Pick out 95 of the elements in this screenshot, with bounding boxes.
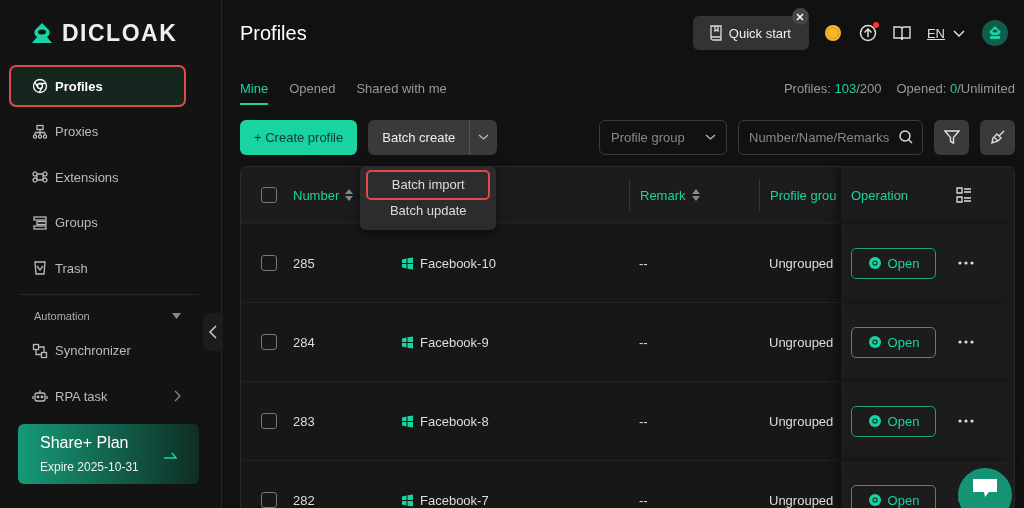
dropdown-toggle[interactable] xyxy=(469,119,498,155)
trash-icon xyxy=(32,260,48,276)
tab[interactable]: Opened xyxy=(289,81,336,105)
open-button[interactable]: Open xyxy=(851,405,936,437)
open-button[interactable]: Open xyxy=(851,247,936,279)
profiles-count: Profiles: 103/200 xyxy=(783,81,882,96)
tab[interactable]: Mine xyxy=(240,81,269,105)
sort-icon[interactable] xyxy=(691,189,700,201)
quick-start-button[interactable]: Quick start xyxy=(692,16,809,50)
nav-item[interactable]: Synchronizer xyxy=(18,330,199,371)
filter-icon xyxy=(943,129,960,145)
nav-item[interactable]: Trash xyxy=(18,248,199,288)
language-select[interactable]: EN xyxy=(926,25,965,41)
nav-item[interactable]: Extensions xyxy=(18,157,199,197)
chevron-left-icon xyxy=(209,325,217,339)
column-header[interactable]: Profile grou xyxy=(770,187,837,203)
row-checkbox[interactable] xyxy=(261,413,277,429)
more-icon[interactable] xyxy=(958,340,974,344)
profile-name: Facebook-10 xyxy=(420,255,496,271)
caret-icon[interactable] xyxy=(172,312,181,319)
more-icon[interactable] xyxy=(958,419,974,423)
chevron-down-icon xyxy=(705,134,716,140)
close-icon xyxy=(796,12,805,21)
open-button[interactable]: Open xyxy=(851,326,936,358)
open-book-icon[interactable] xyxy=(892,25,911,41)
profile-name: Facebook-9 xyxy=(420,334,489,350)
page-title: Profiles xyxy=(240,21,307,45)
nav-item[interactable]: Profiles xyxy=(10,66,185,106)
chat-icon xyxy=(972,478,998,498)
column-settings-icon[interactable] xyxy=(956,187,972,203)
browser-icon xyxy=(867,256,882,270)
avatar-icon[interactable] xyxy=(981,19,1009,47)
search-field[interactable]: Number/Name/Remarks xyxy=(738,119,923,155)
open-button[interactable]: Open xyxy=(851,484,936,508)
table-cell-text: 285 xyxy=(292,255,316,271)
clean-button[interactable] xyxy=(980,119,1015,155)
table-cell-text: 284 xyxy=(292,334,316,350)
table-cell-text: 283 xyxy=(292,413,316,429)
table-cell-text: Ungrouped xyxy=(768,492,835,508)
chevron-down-icon xyxy=(478,134,490,140)
sync-icon xyxy=(32,342,48,359)
nav-item[interactable]: Proxies xyxy=(18,111,199,152)
create-profile-button[interactable]: + Create profile xyxy=(240,119,358,155)
table-cell-text: Ungrouped xyxy=(768,413,835,429)
logo-text: DICLOAK xyxy=(62,19,178,47)
table-cell-text: -- xyxy=(638,255,649,271)
batch-create-button[interactable]: Batch create xyxy=(368,119,470,155)
plan-name: Share+ Plan xyxy=(40,433,130,452)
windows-icon xyxy=(401,256,414,270)
opened-count: Opened: 0/Unlimited xyxy=(896,81,1015,96)
book-icon xyxy=(708,25,723,41)
robot-icon xyxy=(32,388,48,404)
more-icon[interactable] xyxy=(958,261,974,265)
sort-icon[interactable] xyxy=(345,189,354,201)
column-header[interactable]: Remark xyxy=(640,187,686,203)
collapse-button[interactable] xyxy=(203,313,223,351)
table-cell-text: Ungrouped xyxy=(768,255,835,271)
table-cell-text: -- xyxy=(638,492,649,508)
brush-icon xyxy=(989,129,1006,145)
windows-icon xyxy=(401,335,414,349)
menu-item[interactable]: Batch update xyxy=(368,197,489,224)
network-icon xyxy=(32,123,48,140)
select-all-checkbox[interactable] xyxy=(261,187,277,203)
windows-icon xyxy=(401,414,414,428)
nav-item[interactable]: Groups xyxy=(18,202,199,243)
command-icon xyxy=(32,169,48,185)
column-header[interactable]: Number xyxy=(293,187,340,203)
browser-icon xyxy=(867,335,882,349)
windows-icon xyxy=(401,493,414,507)
column-header: Operation xyxy=(851,187,909,203)
plan-card[interactable]: Share+ Plan Expire 2025-10-31 xyxy=(18,423,199,484)
nav-item[interactable]: RPA task xyxy=(18,376,199,416)
coin-icon[interactable] xyxy=(822,23,843,43)
profile-name: Facebook-8 xyxy=(420,413,489,429)
table-cell-text: Ungrouped xyxy=(768,334,835,350)
table-cell-text: -- xyxy=(638,334,649,350)
plan-expiry: Expire 2025-10-31 xyxy=(40,459,139,474)
profile-name: Facebook-7 xyxy=(420,492,489,508)
browser-icon xyxy=(867,414,882,428)
profile-group-select[interactable]: Profile group xyxy=(599,119,727,155)
section-label: Automation xyxy=(34,309,90,322)
row-checkbox[interactable] xyxy=(261,255,277,271)
filter-button[interactable] xyxy=(934,119,969,155)
browser-icon xyxy=(32,78,48,94)
upload-icon[interactable] xyxy=(858,24,877,42)
row-checkbox[interactable] xyxy=(261,334,277,350)
table-cell-text: 282 xyxy=(292,492,316,508)
tab[interactable]: Shared with me xyxy=(356,81,447,105)
logo-icon xyxy=(30,22,54,44)
row-checkbox[interactable] xyxy=(261,492,277,508)
search-icon xyxy=(899,129,913,144)
groups-icon xyxy=(32,214,48,231)
menu-item[interactable]: Batch import xyxy=(368,171,489,198)
table-cell-text: -- xyxy=(638,413,649,429)
chevron-down-icon xyxy=(953,29,965,37)
